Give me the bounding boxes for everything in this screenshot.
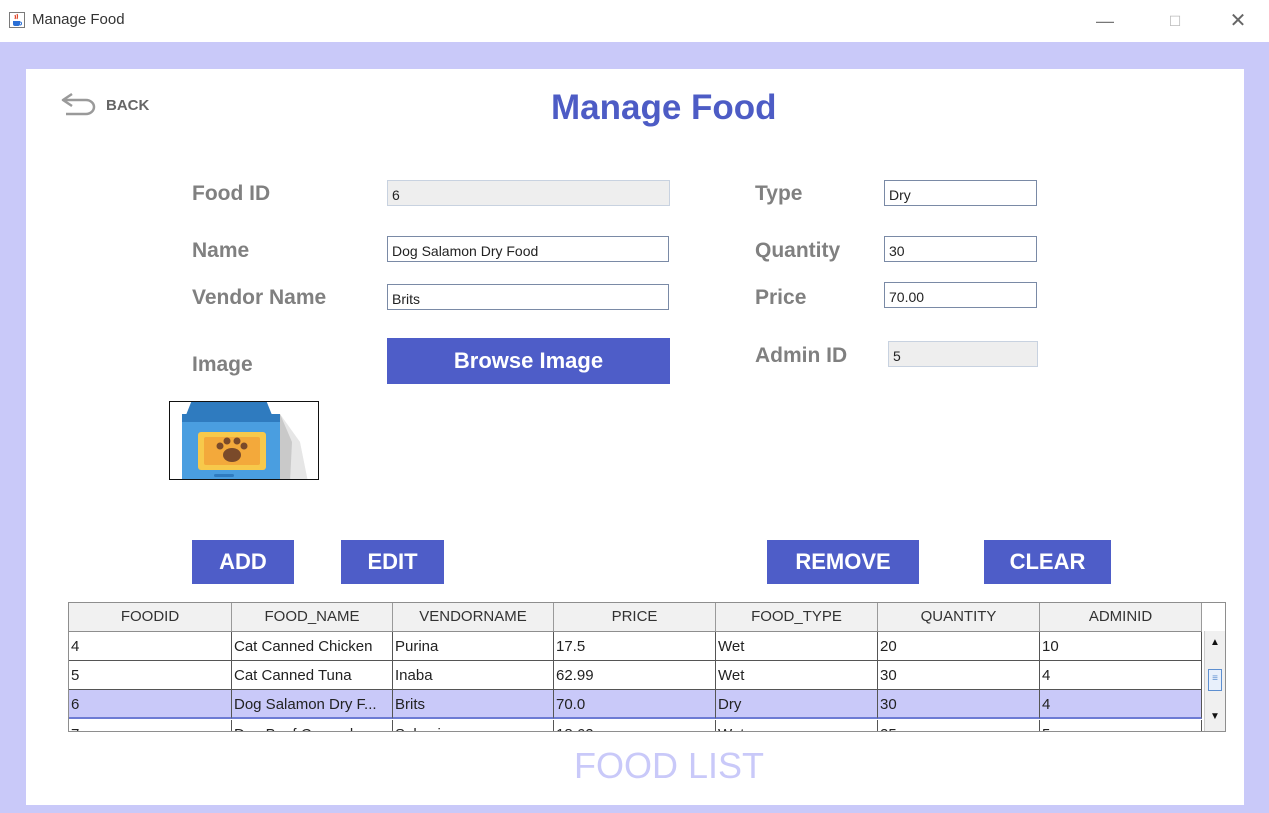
- food-id-label: Food ID: [192, 182, 271, 205]
- edit-button[interactable]: EDIT: [341, 540, 444, 584]
- window-titlebar: Manage Food — ☐ ✕: [0, 0, 1269, 42]
- table-cell: 4: [1040, 661, 1202, 690]
- food-image-preview: [169, 401, 319, 480]
- name-field[interactable]: Dog Salamon Dry Food: [387, 236, 669, 262]
- table-cell: 4: [69, 632, 232, 661]
- table-cell: Cat Canned Chicken: [232, 632, 393, 661]
- scroll-thumb[interactable]: ≡: [1208, 669, 1222, 691]
- column-header[interactable]: FOODID: [69, 603, 232, 631]
- column-header[interactable]: FOOD_TYPE: [716, 603, 878, 631]
- back-button[interactable]: BACK: [106, 97, 149, 114]
- table-cell: 6: [69, 690, 232, 719]
- page-title: Manage Food: [551, 88, 777, 127]
- table-scrollbar[interactable]: ▲ ≡ ▼: [1204, 631, 1225, 731]
- maximize-button[interactable]: ☐: [1155, 8, 1195, 34]
- table-cell: 7: [69, 720, 232, 731]
- column-header[interactable]: FOOD_NAME: [232, 603, 393, 631]
- remove-button[interactable]: REMOVE: [767, 540, 919, 584]
- scroll-down-arrow-icon[interactable]: ▼: [1205, 707, 1225, 727]
- table-cell: 30: [878, 690, 1040, 719]
- vendor-name-label: Vendor Name: [192, 286, 327, 309]
- close-button[interactable]: ✕: [1218, 8, 1258, 34]
- image-label: Image: [192, 353, 253, 376]
- table-cell: 25: [878, 720, 1040, 731]
- food-list-label: FOOD LIST: [574, 745, 765, 786]
- column-header[interactable]: VENDORNAME: [393, 603, 554, 631]
- table-cell: 18.62: [554, 720, 716, 731]
- column-header[interactable]: ADMINID: [1040, 603, 1202, 631]
- admin-id-field[interactable]: 5: [888, 341, 1038, 367]
- table-cell: Sobasin: [393, 720, 554, 731]
- table-row[interactable]: 5 Cat Canned Tuna Inaba 62.99 Wet 30 4: [69, 661, 1202, 690]
- table-cell: 4: [1040, 690, 1202, 719]
- table-cell: Wet: [716, 661, 878, 690]
- table-cell: 10: [1040, 632, 1202, 661]
- table-cell: Brits: [393, 690, 554, 719]
- minimize-button[interactable]: —: [1085, 8, 1125, 34]
- table-cell: 62.99: [554, 661, 716, 690]
- food-id-field[interactable]: 6: [387, 180, 670, 206]
- table-cell: Purina: [393, 632, 554, 661]
- table-cell: 5: [69, 661, 232, 690]
- window-title: Manage Food: [32, 11, 125, 28]
- table-cell: 17.5: [554, 632, 716, 661]
- table-cell: 5: [1040, 720, 1202, 731]
- table-cell: Inaba: [393, 661, 554, 690]
- table-cell: Cat Canned Tuna: [232, 661, 393, 690]
- name-label: Name: [192, 239, 250, 262]
- java-cup-icon: [9, 12, 25, 28]
- price-field[interactable]: 70.00: [884, 282, 1037, 308]
- table-cell: Wet: [716, 720, 878, 731]
- table-cell: 20: [878, 632, 1040, 661]
- scroll-up-arrow-icon[interactable]: ▲: [1205, 633, 1225, 653]
- column-header[interactable]: QUANTITY: [878, 603, 1040, 631]
- quantity-field[interactable]: 30: [884, 236, 1037, 262]
- price-label: Price: [755, 286, 807, 309]
- table-cell: Dry: [716, 690, 878, 719]
- admin-id-label: Admin ID: [755, 344, 848, 367]
- table-row[interactable]: 4 Cat Canned Chicken Purina 17.5 Wet 20 …: [69, 632, 1202, 661]
- add-button[interactable]: ADD: [192, 540, 294, 584]
- clear-button[interactable]: CLEAR: [984, 540, 1111, 584]
- dog-food-bag-icon: [182, 402, 308, 479]
- column-header[interactable]: PRICE: [554, 603, 716, 631]
- table-cell: 30: [878, 661, 1040, 690]
- table-cell: Dog Beef Canned: [232, 720, 393, 731]
- type-label: Type: [755, 182, 803, 205]
- back-arrow-icon[interactable]: [58, 90, 98, 116]
- table-row[interactable]: 7 Dog Beef Canned Sobasin 18.62 Wet 25 5: [69, 720, 1202, 731]
- vendor-name-field[interactable]: Brits: [387, 284, 669, 310]
- table-header: FOODID FOOD_NAME VENDORNAME PRICE FOOD_T…: [69, 603, 1202, 632]
- table-cell: Dog Salamon Dry F...: [232, 690, 393, 719]
- type-field[interactable]: Dry: [884, 180, 1037, 206]
- table-cell: Wet: [716, 632, 878, 661]
- food-table[interactable]: FOODID FOOD_NAME VENDORNAME PRICE FOOD_T…: [68, 602, 1226, 732]
- table-cell: 70.0: [554, 690, 716, 719]
- quantity-label: Quantity: [755, 239, 841, 262]
- browse-image-button[interactable]: Browse Image: [387, 338, 670, 384]
- table-row-selected[interactable]: 6 Dog Salamon Dry F... Brits 70.0 Dry 30…: [69, 690, 1202, 719]
